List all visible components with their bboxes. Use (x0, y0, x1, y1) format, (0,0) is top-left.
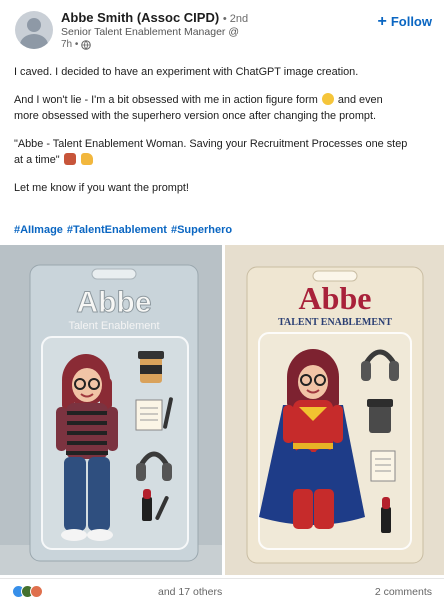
flexed-biceps-emoji-icon (80, 153, 93, 165)
author-name[interactable]: Abbe Smith (Assoc CIPD) (61, 10, 219, 25)
avatar-head-shape (27, 18, 41, 32)
hashtag-link[interactable]: #TalentEnablement (67, 224, 167, 236)
author-avatar[interactable] (15, 11, 53, 49)
comments-count[interactable]: 2 comments (375, 586, 432, 598)
avatar-shoulders-shape (20, 34, 48, 49)
post-text-line: I caved. I decided to have an experiment… (14, 66, 359, 78)
card-subtitle: TALENT ENABLEMENT (278, 317, 392, 328)
superhero-illustration: Abbe TALENT ENABLEMENT (225, 245, 444, 575)
post-meta: 7h • (61, 39, 92, 50)
reaction-icons[interactable] (12, 585, 43, 598)
follow-button[interactable]: + Follow (377, 13, 432, 30)
connection-degree: • 2nd (222, 13, 249, 25)
post-text-line: more obsessed with the superhero version… (14, 110, 377, 122)
reactions-count[interactable]: and 17 others (158, 586, 222, 598)
globe-icon (81, 39, 92, 50)
post-text-line: And I won't lie - I'm a bit obsessed wit… (14, 92, 434, 108)
action-figure-illustration: Abbe Talent Enablement (0, 245, 222, 575)
post-image-action-figure[interactable]: Abbe Talent Enablement (0, 245, 222, 575)
hashtags: #AIImage #TalentEnablement #Superhero (14, 224, 232, 236)
superhero-emoji-icon (63, 153, 76, 165)
plus-icon: + (377, 13, 387, 30)
post-time: 7h • (61, 39, 79, 50)
hashtag-link[interactable]: #Superhero (171, 224, 232, 236)
post-text-line: Let me know if you want the prompt! (14, 182, 189, 194)
social-counts-bar: and 17 others 2 comments (0, 578, 444, 604)
card-title: Abbe (77, 286, 152, 319)
post-body: I caved. I decided to have an experiment… (14, 64, 434, 196)
post-text-fragment: and even (337, 94, 383, 106)
hashtag-link[interactable]: #AIImage (14, 224, 63, 236)
grinning-emoji-icon (321, 93, 334, 105)
post-image-superhero[interactable]: Abbe TALENT ENABLEMENT (225, 245, 444, 575)
post-text-fragment: at a time" (14, 154, 60, 166)
post-text-line: at a time" (14, 152, 434, 168)
author-headline: Senior Talent Enablement Manager @ (61, 26, 239, 38)
card-subtitle: Talent Enablement (68, 320, 159, 332)
post-header: Abbe Smith (Assoc CIPD) • 2nd Senior Tal… (0, 0, 444, 58)
post-text-fragment: And I won't lie - I'm a bit obsessed wit… (14, 94, 318, 106)
post-text-line: "Abbe - Talent Enablement Woman. Saving … (14, 138, 408, 150)
love-reaction-icon (30, 585, 43, 598)
author-name-row: Abbe Smith (Assoc CIPD) • 2nd (61, 10, 248, 25)
follow-label: Follow (390, 14, 432, 29)
post-images: Abbe Talent Enablement Abbe TALENT ENABL… (0, 245, 444, 575)
card-title: Abbe (299, 280, 372, 316)
